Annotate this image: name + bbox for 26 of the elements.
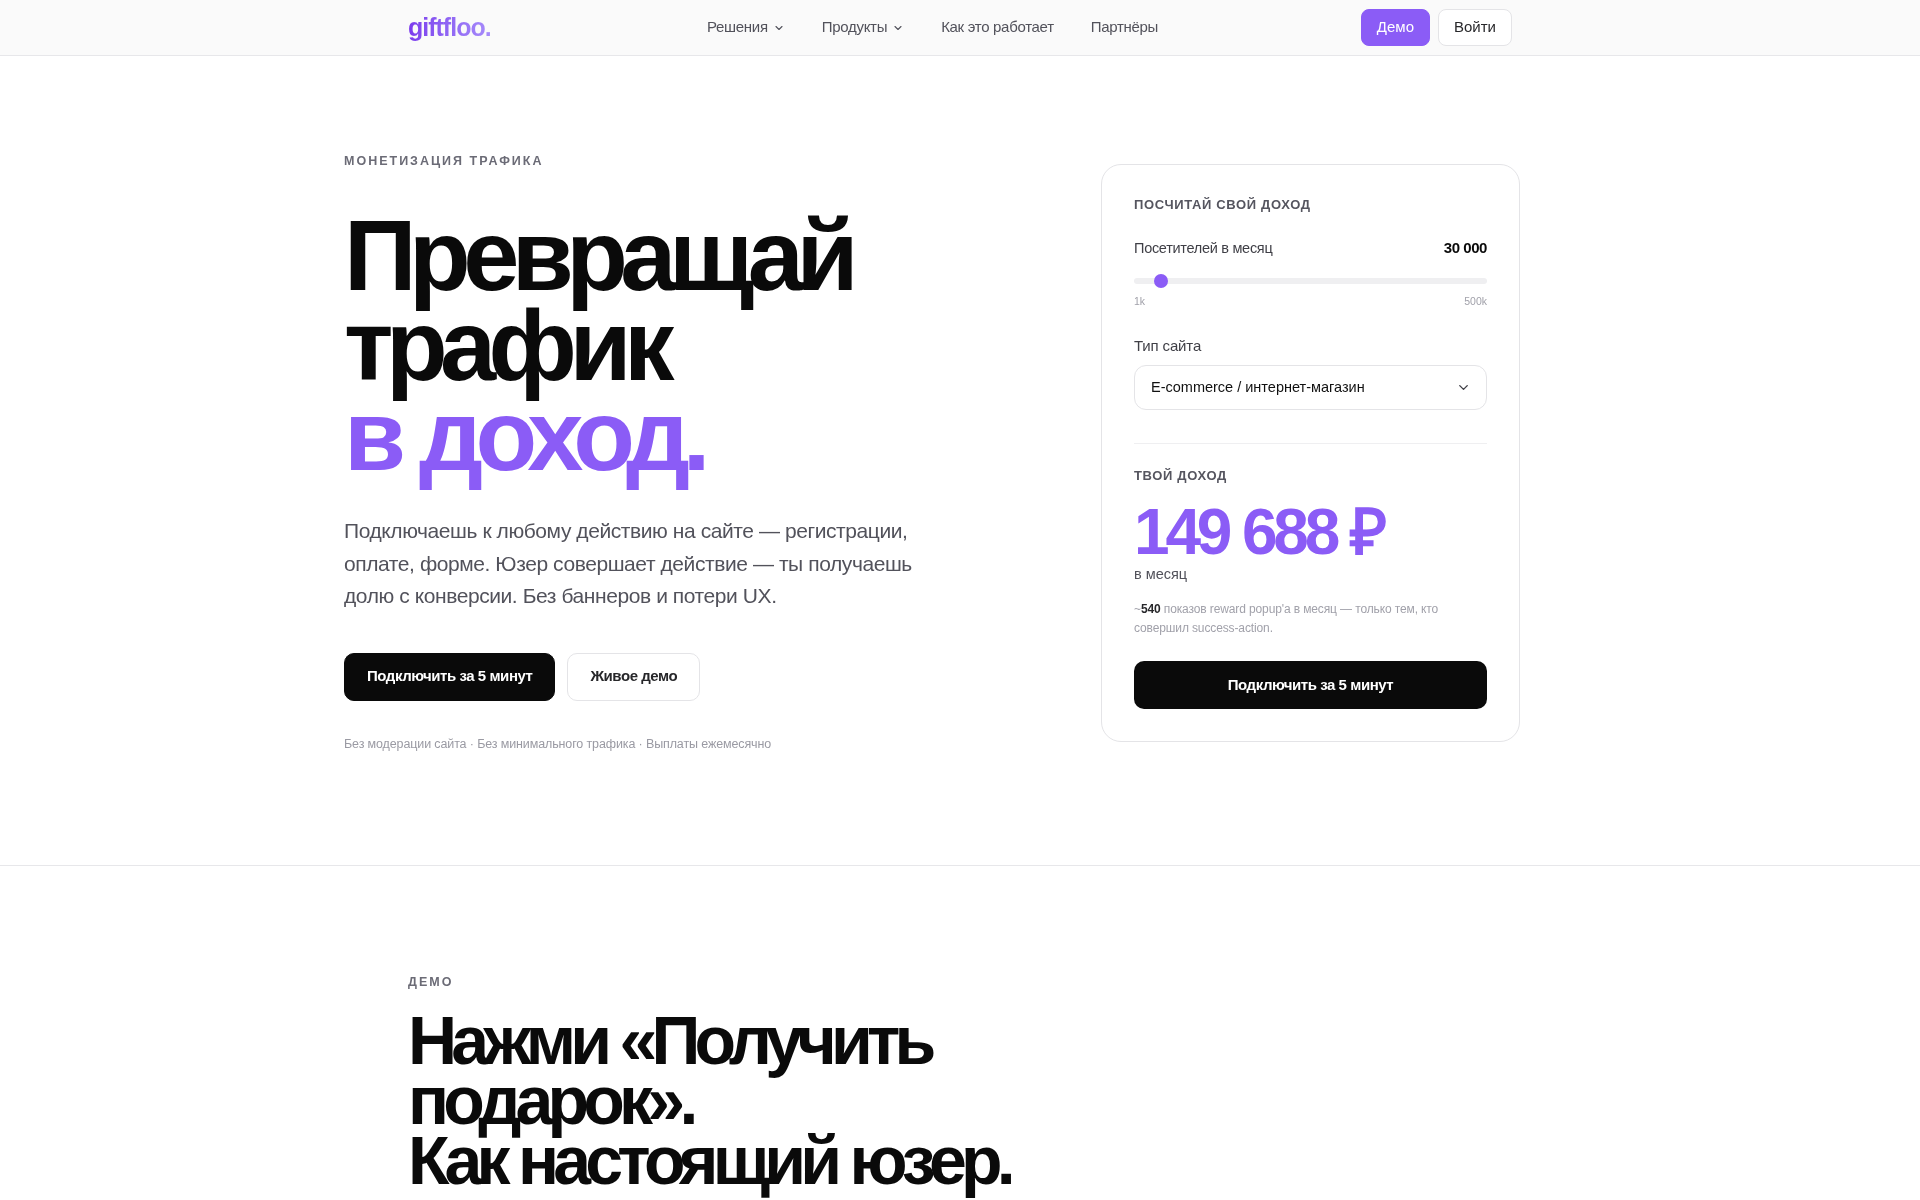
login-button[interactable]: Войти [1438, 9, 1512, 46]
slider-track[interactable] [1134, 274, 1487, 288]
income-label: ТВОЙ ДОХОД [1134, 467, 1227, 485]
site-type-label: Тип сайта [1134, 336, 1202, 356]
nav-link[interactable]: Продукты [821, 16, 905, 39]
hero-footnote: Без модерации сайта · Без минимального трафика · Выплаты ежемесячно [344, 735, 772, 753]
demo-button[interactable]: Демо [1360, 9, 1430, 46]
nav-link[interactable]: Как это работает [941, 16, 1054, 39]
eyebrow-label: МОНЕТИЗАЦИЯ ТРАФИКА [344, 153, 544, 169]
income-period: в месяц [1134, 565, 1188, 584]
nav-link[interactable]: Решения [707, 16, 785, 39]
connect-button[interactable]: Подключить за 5 минут [344, 652, 556, 701]
connect-button[interactable]: Подключить за 5 минут [1134, 661, 1487, 709]
slider-max-label: 500k [1464, 294, 1487, 308]
visitors-label: Посетителей в месяц [1134, 239, 1273, 258]
slider-min-label: 1k [1134, 294, 1146, 308]
slider-thumb[interactable] [1153, 274, 1168, 288]
nav-link[interactable]: Партнёры [1090, 16, 1159, 39]
eyebrow-label: ДЕМО [408, 974, 454, 990]
site-type-select[interactable]: E-commerce / интернет-магазин [1134, 365, 1487, 410]
hero-description: Подключаешь к любому действию на сайте — регистрации, оплате, форме. Юзер совершает действие — ты получаешь долю с конверсии. Без баннеров и потери UX. [344, 518, 913, 609]
live-demo-button[interactable]: Живое демо [567, 652, 701, 701]
visitors-value: 30 000 [1443, 238, 1487, 258]
calculator-title: ПОСЧИТАЙ СВОЙ ДОХОД [1134, 196, 1311, 214]
impressions-note: ~540 показов reward popup'a в месяц — только тем, кто совершил success-action. [1134, 601, 1440, 637]
income-amount: 149 688 ₽ [1134, 496, 1388, 568]
